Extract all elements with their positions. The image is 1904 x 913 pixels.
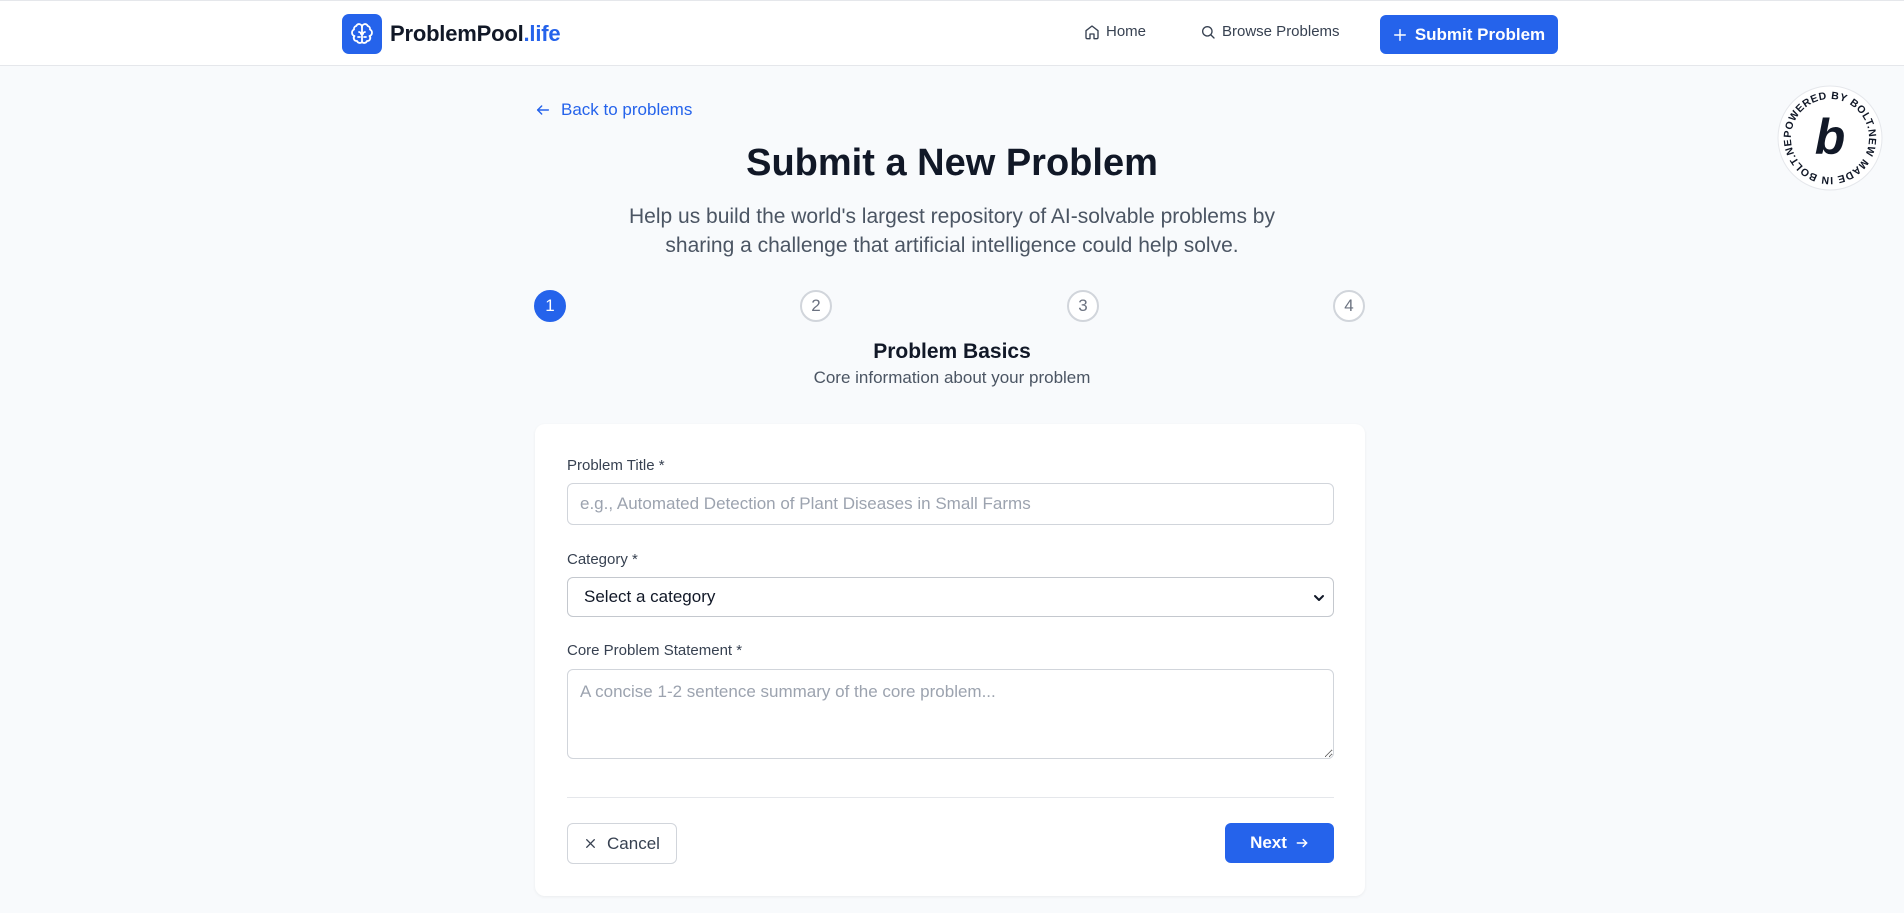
arrow-left-icon xyxy=(536,105,550,115)
plus-icon xyxy=(1393,28,1406,41)
problem-title-input[interactable] xyxy=(567,483,1334,525)
search-icon xyxy=(1202,25,1215,39)
step-description: Core information about your problem xyxy=(813,368,1091,387)
chevron-down-icon xyxy=(1314,595,1324,601)
page-subtitle: Help us build the world's largest reposi… xyxy=(629,205,1275,257)
top-navbar: ProblemPool.life Home Browse Problems Su… xyxy=(0,0,1904,66)
nav-home-link[interactable]: Home xyxy=(1084,23,1146,40)
arrow-right-icon xyxy=(1296,838,1308,848)
category-selected-value: Select a category xyxy=(584,587,716,606)
problem-title-label: Problem Title * xyxy=(567,457,665,474)
nav-browse-link[interactable]: Browse Problems xyxy=(1200,23,1340,40)
next-label: Next xyxy=(1250,833,1287,852)
cancel-label: Cancel xyxy=(607,833,660,853)
step-1-indicator: 1 xyxy=(534,290,566,322)
logo-link[interactable]: ProblemPool.life xyxy=(342,14,561,54)
submit-problem-label: Submit Problem xyxy=(1414,24,1546,44)
next-button[interactable]: Next xyxy=(1225,823,1334,863)
cancel-button[interactable]: Cancel xyxy=(567,823,677,864)
submit-problem-button[interactable]: Submit Problem xyxy=(1380,15,1558,54)
close-icon xyxy=(586,839,595,848)
logo-text: ProblemPool.life xyxy=(390,21,561,47)
back-to-problems-link[interactable]: Back to problems xyxy=(535,100,692,120)
form-divider xyxy=(567,797,1334,798)
brain-icon xyxy=(342,14,382,54)
back-link-label: Back to problems xyxy=(561,100,693,119)
step-3-indicator: 3 xyxy=(1067,290,1099,322)
step-title: Problem Basics xyxy=(873,340,1031,363)
core-statement-label: Core Problem Statement * xyxy=(567,642,743,659)
page-title: Submit a New Problem xyxy=(746,142,1158,184)
nav-browse-label: Browse Problems xyxy=(1222,23,1340,40)
logo-tld: .life xyxy=(523,21,561,46)
core-statement-textarea[interactable] xyxy=(567,669,1334,759)
step-2-indicator: 2 xyxy=(800,290,832,322)
category-label: Category * xyxy=(567,551,638,568)
logo-name: ProblemPool xyxy=(390,21,524,46)
nav-home-label: Home xyxy=(1106,23,1147,40)
category-select[interactable]: Select a category xyxy=(567,577,1334,617)
problem-form-card: Problem Title * Category * Select a cate… xyxy=(535,424,1365,896)
step-4-indicator: 4 xyxy=(1333,290,1365,322)
home-icon xyxy=(1085,24,1099,39)
